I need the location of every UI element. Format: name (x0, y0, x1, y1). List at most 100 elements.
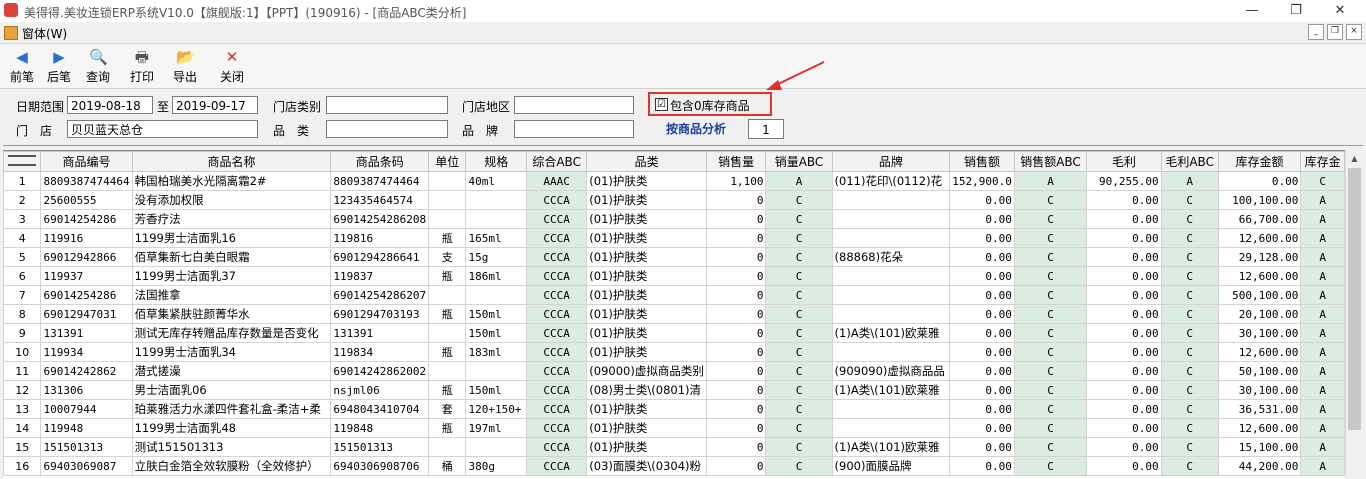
table-cell[interactable]: (1)A类\(101)欧莱雅 (831, 380, 951, 400)
table-row[interactable]: 10 119934 1199男士洁面乳34 119834 瓶 183ml CCCA (01)护… (3, 342, 1345, 362)
table-cell[interactable]: CCCA (526, 361, 588, 381)
table-cell[interactable] (831, 266, 951, 286)
table-cell[interactable]: A (1300, 437, 1345, 457)
table-row[interactable]: 13 10007944 珀莱雅活力水漾四件套礼盒-柔洁+柔 6948043410704… (3, 399, 1345, 419)
col-header[interactable]: 销量ABC (765, 151, 833, 172)
table-cell[interactable]: C (765, 342, 833, 362)
table-cell[interactable]: C (1160, 209, 1219, 229)
table-cell[interactable]: C (1160, 456, 1219, 476)
row-selector-header[interactable] (3, 151, 42, 172)
table-cell[interactable]: CCCA (526, 342, 588, 362)
table-cell[interactable]: 0.00 (1086, 342, 1162, 362)
table-cell[interactable]: 131306 (40, 380, 133, 400)
table-cell[interactable]: 0.00 (949, 304, 1015, 324)
row-number[interactable]: 16 (3, 456, 42, 476)
table-row[interactable]: 8 69012947031 佰草集紧肤驻颜菁华水 6901294703193 瓶 150m… (3, 304, 1345, 324)
table-cell[interactable]: 119848 (330, 418, 430, 438)
table-cell[interactable]: 30,100.00 (1217, 380, 1302, 400)
table-cell[interactable]: C (765, 399, 833, 419)
table-cell[interactable]: C (1013, 190, 1088, 210)
table-cell[interactable]: 90,255.00 (1086, 171, 1162, 191)
table-cell[interactable] (465, 437, 528, 457)
table-cell[interactable]: 佰草集新七白美白眼霜 (131, 247, 332, 267)
query-button[interactable]: 🔍 查询 (80, 44, 116, 88)
col-header[interactable]: 商品条码 (330, 151, 430, 172)
table-cell[interactable]: 0.00 (949, 399, 1015, 419)
table-cell[interactable]: C (1160, 399, 1219, 419)
table-cell[interactable]: 0 (705, 304, 767, 324)
table-cell[interactable]: 0.00 (949, 247, 1015, 267)
table-cell[interactable]: 165ml (465, 228, 528, 248)
table-cell[interactable]: 66,700.00 (1217, 209, 1302, 229)
table-cell[interactable]: (900)面膜品牌 (831, 456, 951, 476)
col-header[interactable]: 销售额ABC (1013, 151, 1088, 172)
table-cell[interactable]: A (1300, 399, 1345, 419)
table-cell[interactable] (428, 190, 467, 210)
table-cell[interactable] (465, 190, 528, 210)
table-cell[interactable]: 36,531.00 (1217, 399, 1302, 419)
table-cell[interactable]: 0 (705, 418, 767, 438)
table-cell[interactable]: 151501313 (330, 437, 430, 457)
table-cell[interactable]: A (1300, 228, 1345, 248)
table-cell[interactable]: C (765, 228, 833, 248)
row-number[interactable]: 11 (3, 361, 42, 381)
table-cell[interactable]: (01)护肤类 (586, 437, 707, 457)
col-header[interactable]: 商品编号 (40, 151, 133, 172)
table-cell[interactable]: C (1013, 342, 1088, 362)
table-cell[interactable]: 立肤白金箔全效软膜粉（全效修护） (131, 456, 332, 476)
table-cell[interactable]: A (1300, 247, 1345, 267)
table-cell[interactable]: 8809387474464 (40, 171, 133, 191)
table-cell[interactable] (831, 418, 951, 438)
table-cell[interactable]: 0 (705, 342, 767, 362)
table-cell[interactable]: 6901294286641 (330, 247, 430, 267)
table-cell[interactable]: 12,600.00 (1217, 266, 1302, 286)
include-zero-stock-label[interactable]: 包含0库存商品 (670, 97, 750, 114)
table-cell[interactable]: 0.00 (1086, 399, 1162, 419)
row-number[interactable]: 13 (3, 399, 42, 419)
print-button[interactable]: 🖶 打印 (124, 44, 160, 88)
mdi-restore-button[interactable]: ❐ (1327, 24, 1343, 40)
scroll-up-icon[interactable]: ▲ (1346, 150, 1363, 167)
col-header[interactable]: 单位 (428, 151, 467, 172)
table-cell[interactable] (428, 361, 467, 381)
table-cell[interactable]: 男士洁面乳06 (131, 380, 332, 400)
window-close-button[interactable]: ✕ (1318, 0, 1362, 22)
table-cell[interactable]: 潜式搓澡 (131, 361, 332, 381)
table-cell[interactable]: 瓶 (428, 266, 467, 286)
table-cell[interactable]: 69014242862002 (330, 361, 430, 381)
table-cell[interactable] (428, 171, 467, 191)
table-cell[interactable]: 桶 (428, 456, 467, 476)
table-cell[interactable]: 69014254286207 (330, 285, 430, 305)
table-cell[interactable]: 12,600.00 (1217, 418, 1302, 438)
table-cell[interactable]: A (1300, 323, 1345, 343)
table-cell[interactable]: 测试无库存转赠品库存数量是否变化 (131, 323, 332, 343)
table-cell[interactable] (831, 399, 951, 419)
col-header[interactable]: 品牌 (831, 151, 951, 172)
table-cell[interactable]: C (1160, 266, 1219, 286)
table-cell[interactable]: 1199男士洁面乳34 (131, 342, 332, 362)
table-cell[interactable]: 法国推拿 (131, 285, 332, 305)
table-cell[interactable]: 0.00 (1086, 437, 1162, 457)
table-cell[interactable]: 119916 (40, 228, 133, 248)
col-header[interactable]: 毛利 (1086, 151, 1162, 172)
table-cell[interactable]: (909090)虚拟商品品 (831, 361, 951, 381)
table-cell[interactable]: 0 (705, 209, 767, 229)
table-cell[interactable]: C (1160, 437, 1219, 457)
table-cell[interactable]: 69014242862 (40, 361, 133, 381)
table-cell[interactable]: A (1013, 171, 1088, 191)
table-cell[interactable]: 0.00 (949, 323, 1015, 343)
table-cell[interactable]: (01)护肤类 (586, 247, 707, 267)
table-cell[interactable]: 380g (465, 456, 528, 476)
table-cell[interactable]: C (765, 380, 833, 400)
table-cell[interactable]: AAAC (526, 171, 588, 191)
table-cell[interactable]: 29,128.00 (1217, 247, 1302, 267)
table-cell[interactable]: 6948043410704 (330, 399, 430, 419)
table-cell[interactable]: 119837 (330, 266, 430, 286)
table-cell[interactable]: 500,100.00 (1217, 285, 1302, 305)
table-row[interactable]: 11 69014242862 潜式搓澡 69014242862002 CCCA (0900… (3, 361, 1345, 381)
table-cell[interactable]: C (1013, 247, 1088, 267)
table-row[interactable]: 3 69014254286 芳香疗法 69014254286208 CCCA (01)护肤… (3, 209, 1345, 229)
table-cell[interactable]: A (1300, 209, 1345, 229)
table-cell[interactable]: CCCA (526, 247, 588, 267)
table-cell[interactable]: C (765, 361, 833, 381)
